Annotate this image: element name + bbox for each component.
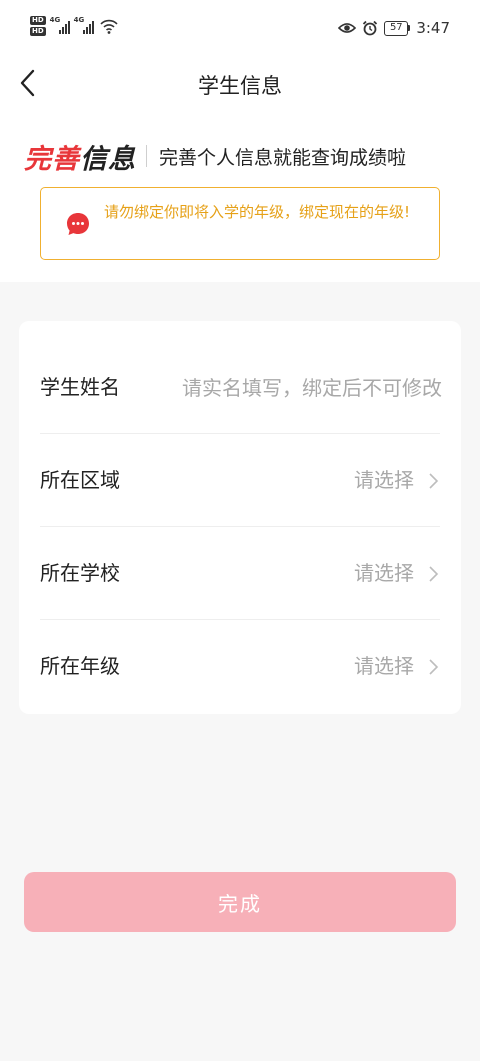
hd-badge-1: HD — [30, 16, 46, 25]
signal-2-icon: 4G — [74, 16, 94, 34]
name-label: 学生姓名 — [40, 375, 120, 399]
headline: 完善 信息 完善个人信息就能查询成绩啦 — [24, 136, 406, 176]
grade-label: 所在年级 — [40, 654, 120, 678]
school-label: 所在学校 — [40, 561, 120, 585]
region-label: 所在区域 — [40, 468, 120, 492]
headline-strong-dark: 信息 — [80, 143, 136, 175]
alarm-icon — [363, 20, 378, 36]
notice-banner: 请勿绑定你即将入学的年级，绑定现在的年级! — [40, 187, 440, 260]
battery-level: 57 — [384, 20, 409, 36]
chevron-right-icon — [429, 659, 439, 675]
form-row-grade[interactable]: 所在年级 请选择 — [40, 620, 440, 713]
eye-icon — [338, 23, 357, 33]
notice-text: 请勿绑定你即将入学的年级，绑定现在的年级! — [104, 203, 411, 221]
chevron-right-icon — [429, 473, 439, 489]
form-row-name: 学生姓名 — [40, 341, 442, 434]
wifi-icon — [100, 19, 118, 34]
region-select-value[interactable]: 请选择 — [354, 434, 414, 527]
chevron-right-icon — [429, 566, 439, 582]
page-title: 学生信息 — [198, 74, 282, 98]
headline-subtitle: 完善个人信息就能查询成绩啦 — [159, 146, 407, 169]
school-select-value[interactable]: 请选择 — [354, 527, 414, 620]
form-row-school[interactable]: 所在学校 请选择 — [40, 527, 440, 620]
headline-strong-red: 完善 — [24, 143, 80, 175]
nav-bar: 学生信息 — [0, 58, 480, 110]
form-row-region[interactable]: 所在区域 请选择 — [40, 434, 440, 527]
student-name-input[interactable] — [152, 341, 442, 434]
network-type-1: 4G — [49, 16, 61, 24]
headline-divider — [146, 145, 147, 167]
battery-icon: 57 — [384, 20, 411, 36]
hd-badges: HD HD — [30, 16, 46, 36]
network-type-2: 4G — [73, 16, 85, 24]
signal-1-icon: 4G — [50, 16, 70, 34]
status-left: HD HD 4G 4G — [30, 16, 118, 36]
status-right: 57 3:47 — [338, 19, 450, 37]
status-time: 3:47 — [416, 19, 450, 37]
status-bar: HD HD 4G 4G 57 3:47 — [0, 0, 480, 58]
student-info-form: 学生姓名 所在区域 请选择 所在学校 请选择 所在年级 请选择 — [19, 321, 461, 714]
grade-select-value[interactable]: 请选择 — [354, 620, 414, 713]
submit-button[interactable]: 完成 — [24, 872, 456, 932]
hd-badge-2: HD — [30, 27, 46, 36]
message-bubble-icon — [67, 213, 89, 235]
